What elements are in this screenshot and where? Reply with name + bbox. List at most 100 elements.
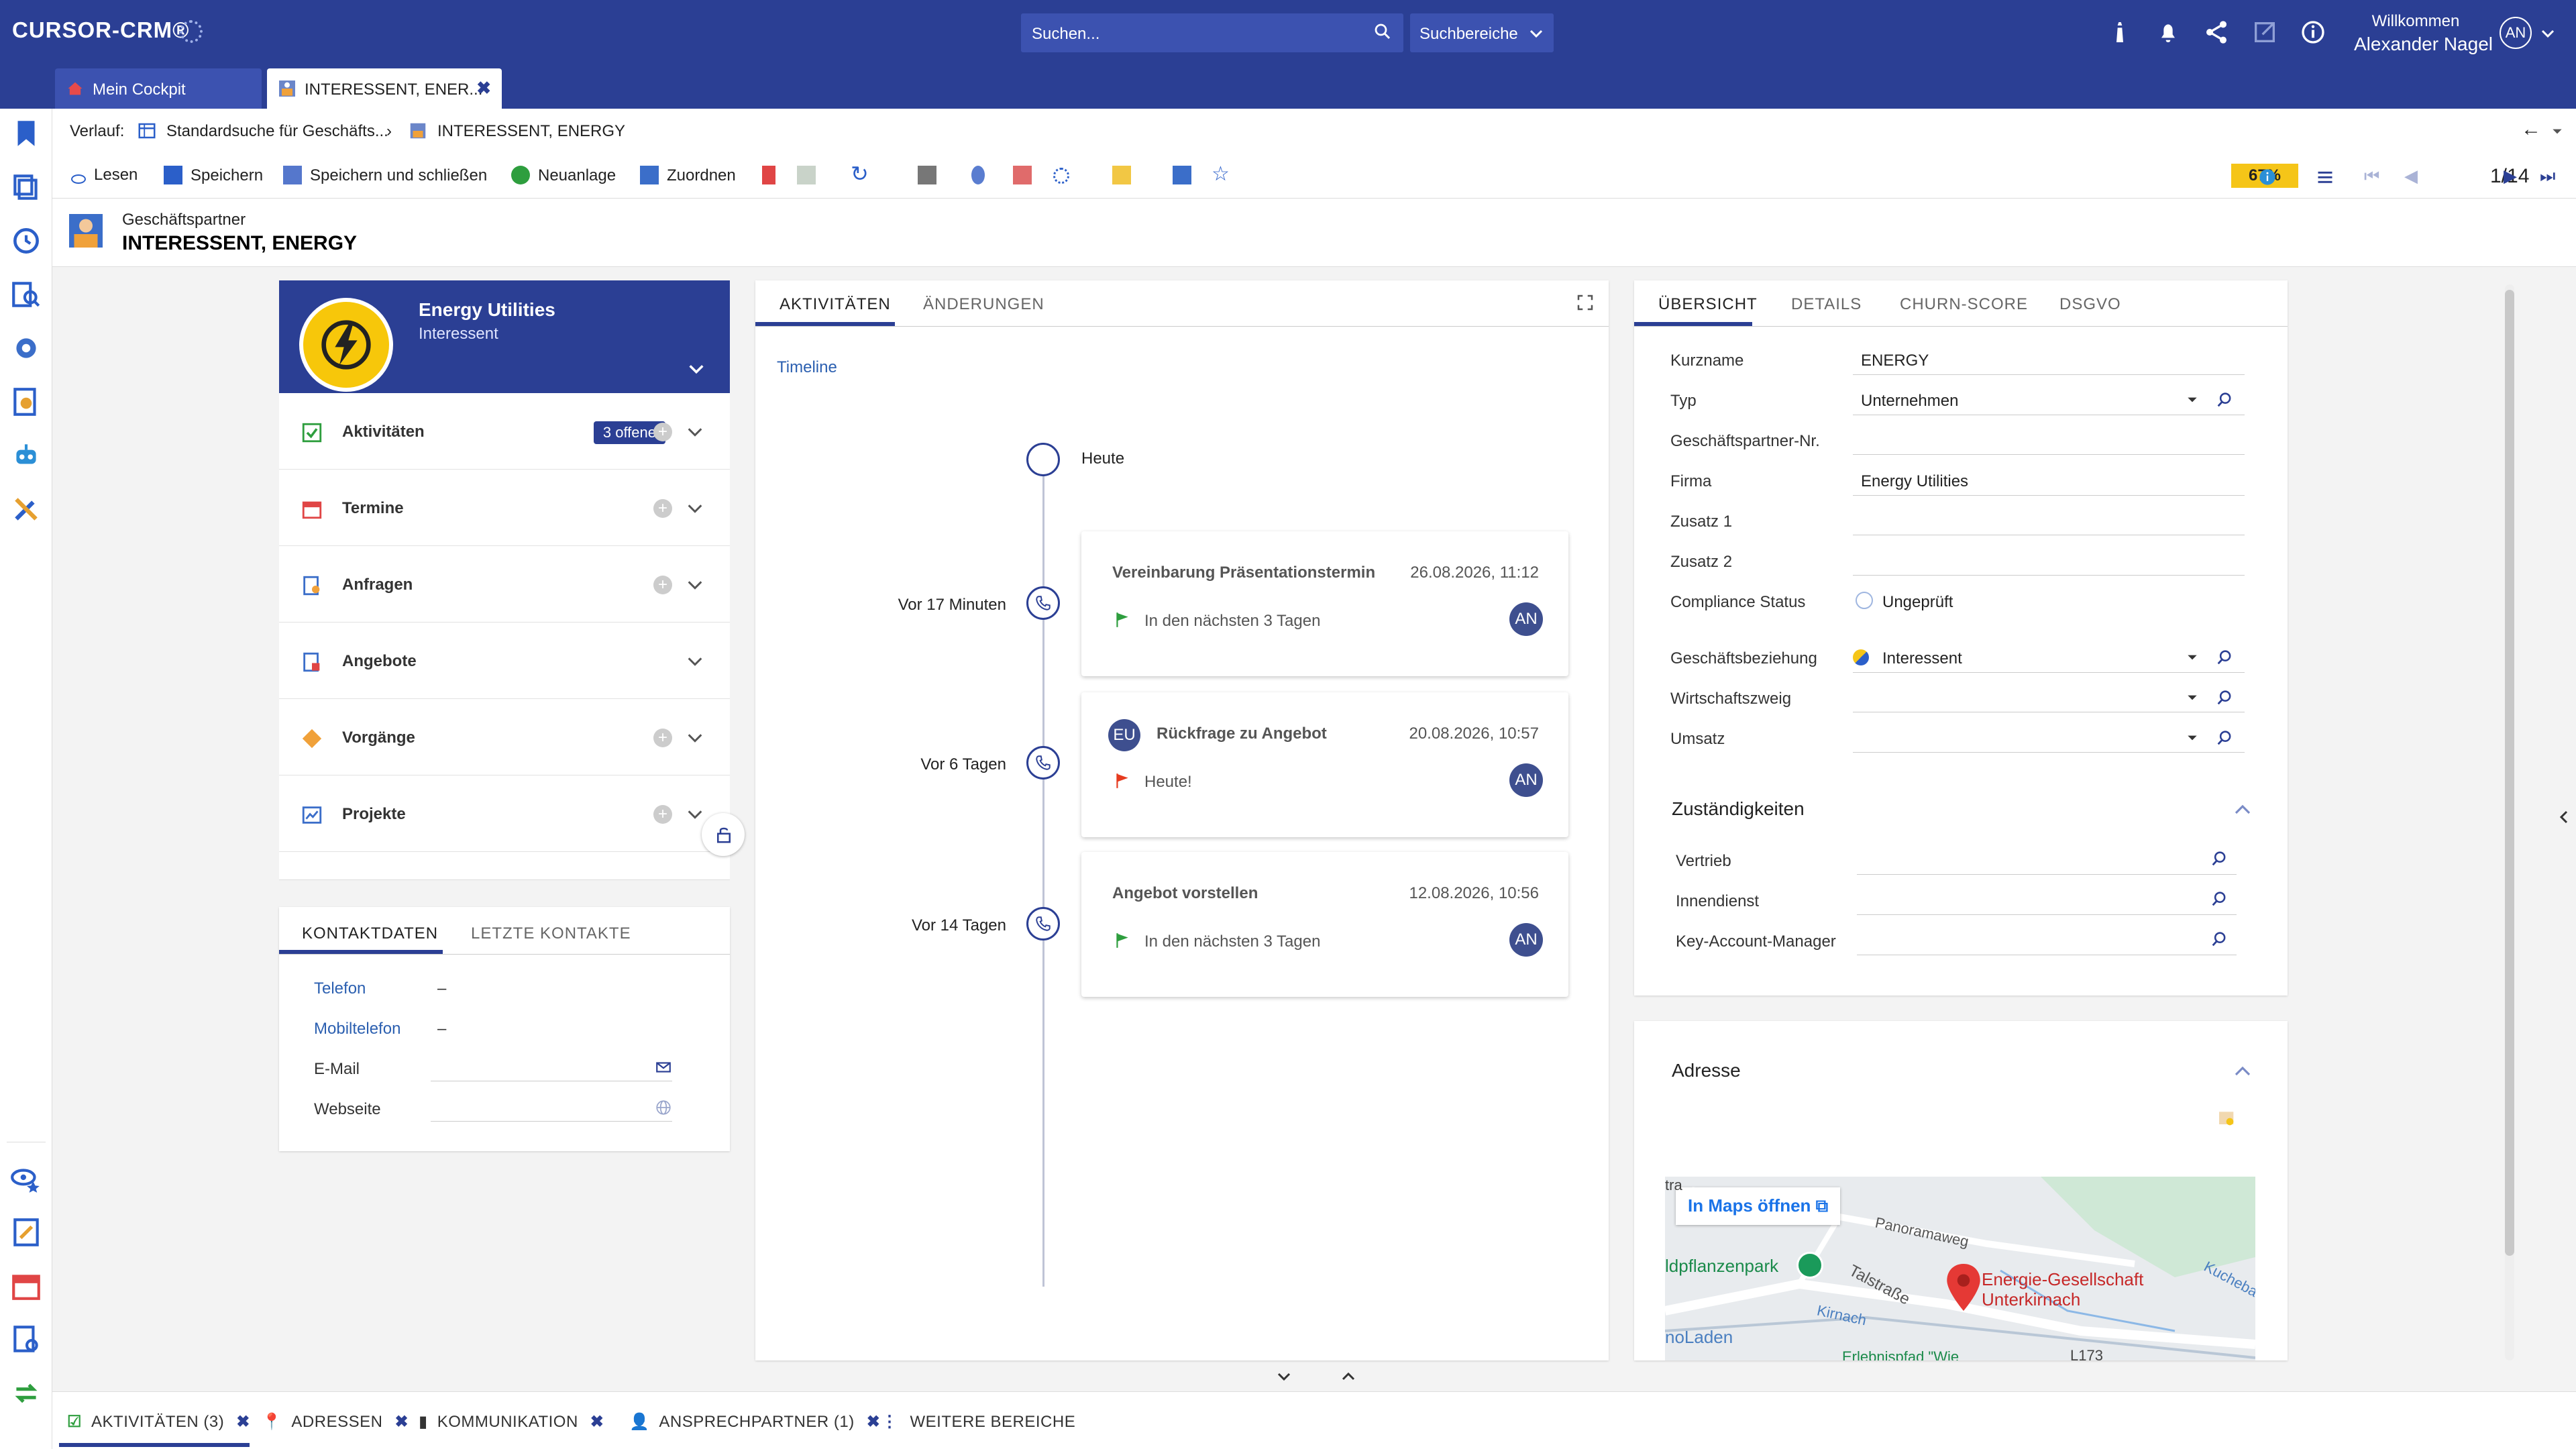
search-icon[interactable]: [1373, 21, 1393, 42]
breadcrumb-item-current[interactable]: INTERESSENT, ENERGY: [437, 122, 625, 141]
bottom-tab-weitere-bereiche[interactable]: ⋮ WEITERE BEREICHE: [881, 1412, 1075, 1432]
sync-icon[interactable]: [9, 1377, 43, 1410]
calendar-add-icon[interactable]: [1013, 166, 1040, 185]
bottom-tab-kommunikation[interactable]: ▮ KOMMUNIKATION ✖: [419, 1412, 604, 1432]
copy-icon[interactable]: [9, 170, 43, 204]
network-icon[interactable]: [1053, 166, 1077, 184]
info-icon[interactable]: [2258, 168, 2277, 186]
settings-gear-icon[interactable]: [9, 331, 43, 365]
chevron-down-icon[interactable]: [687, 360, 706, 378]
section-termine[interactable]: Termine +: [279, 470, 730, 546]
save-close-button[interactable]: Speichern und schließen: [283, 166, 487, 185]
lighthouse-icon[interactable]: [2106, 19, 2133, 46]
fullscreen-icon[interactable]: [1575, 292, 1595, 313]
info-icon[interactable]: [2300, 19, 2326, 46]
search-icon[interactable]: [2210, 849, 2229, 868]
chevron-down-icon[interactable]: [686, 576, 704, 594]
attach-icon[interactable]: [971, 166, 993, 185]
globe-icon[interactable]: [655, 1099, 672, 1116]
search-icon[interactable]: [2215, 390, 2234, 409]
tab-interessent-energy[interactable]: INTERESSENT, ENER... ✖: [267, 68, 502, 109]
timeline-link[interactable]: Timeline: [777, 358, 837, 377]
tools-icon[interactable]: [9, 492, 43, 526]
external-window-icon[interactable]: [2251, 19, 2278, 46]
search-icon[interactable]: [2210, 930, 2229, 949]
document-search-icon[interactable]: [9, 1323, 43, 1356]
inside-sales-field[interactable]: [1857, 885, 2237, 915]
assignee-avatar[interactable]: AN: [1509, 923, 1543, 957]
map-view[interactable]: In Maps öffnen ⧉ tra Panoramaweg ldpflan…: [1665, 1177, 2255, 1360]
assignee-avatar[interactable]: AN: [1509, 763, 1543, 797]
close-icon[interactable]: ✖: [476, 78, 491, 99]
add-icon[interactable]: +: [653, 805, 672, 824]
history-icon[interactable]: [9, 224, 43, 258]
chevron-down-icon[interactable]: [686, 729, 704, 747]
delete-trash-icon[interactable]: [762, 166, 784, 185]
section-anfragen[interactable]: Anfragen +: [279, 546, 730, 623]
save-button[interactable]: Speichern: [164, 166, 263, 185]
map-edit-icon[interactable]: [2216, 1108, 2238, 1130]
read-button[interactable]: Lesen: [71, 166, 138, 184]
phone-label[interactable]: Telefon: [314, 979, 366, 998]
bookmark-icon[interactable]: [9, 117, 43, 150]
section-projekte[interactable]: Projekte +: [279, 775, 730, 852]
search-icon[interactable]: [2215, 729, 2234, 747]
relationship-select[interactable]: Interessent: [1882, 649, 1962, 668]
close-icon[interactable]: ✖: [867, 1413, 881, 1431]
close-icon[interactable]: ✖: [590, 1413, 604, 1431]
activity-card[interactable]: Angebot vorstellen 12.08.2026, 10:56 In …: [1081, 852, 1568, 997]
add-icon[interactable]: +: [653, 576, 672, 594]
key-account-field[interactable]: [1857, 926, 2237, 955]
mail-icon[interactable]: [655, 1059, 672, 1076]
calendar-icon[interactable]: [9, 1269, 43, 1303]
add-icon[interactable]: +: [653, 423, 672, 441]
chevron-down-icon[interactable]: [686, 652, 704, 671]
list-menu-icon[interactable]: [2316, 168, 2334, 186]
collapse-down-icon[interactable]: [1276, 1368, 1292, 1385]
addition1-field[interactable]: [1853, 506, 2245, 535]
chevron-up-icon[interactable]: [2233, 800, 2253, 820]
chevron-down-icon[interactable]: [686, 805, 704, 824]
print-icon[interactable]: [918, 166, 945, 185]
location-pin-icon[interactable]: [1947, 1264, 1980, 1311]
watch-star-icon[interactable]: [9, 1162, 43, 1195]
vertical-scrollbar[interactable]: [2505, 284, 2514, 1360]
addition2-field[interactable]: [1853, 546, 2245, 576]
mobile-label[interactable]: Mobiltelefon: [314, 1020, 400, 1038]
new-button[interactable]: Neuanlage: [511, 166, 616, 185]
favorite-star-icon[interactable]: ☆: [1212, 162, 1230, 186]
tab-kontaktdaten[interactable]: KONTAKTDATEN: [302, 924, 438, 943]
section-vorgaenge[interactable]: Vorgänge +: [279, 699, 730, 775]
short-name-value[interactable]: ENERGY: [1861, 352, 1929, 370]
email-field[interactable]: [431, 1055, 672, 1081]
tab-mein-cockpit[interactable]: Mein Cockpit: [55, 68, 262, 109]
search-area-dropdown[interactable]: Suchbereiche: [1410, 13, 1554, 52]
bottom-tab-ansprechpartner[interactable]: 👤 ANSPRECHPARTNER (1) ✖: [629, 1412, 880, 1432]
search-list-icon[interactable]: [9, 278, 43, 311]
robot-icon[interactable]: [9, 439, 43, 472]
add-document-icon[interactable]: [1173, 166, 1199, 185]
refresh-icon[interactable]: ↻: [851, 161, 869, 186]
tab-details[interactable]: DETAILS: [1791, 295, 1862, 314]
breadcrumb-item-search[interactable]: Standardsuche für Geschäfts...: [166, 122, 388, 141]
bell-icon[interactable]: [2155, 19, 2182, 46]
assign-button[interactable]: Zuordnen: [640, 166, 736, 185]
chevron-down-icon[interactable]: [2551, 125, 2564, 138]
dropdown-arrow-icon[interactable]: [2186, 393, 2199, 407]
search-input[interactable]: Suchen...: [1021, 13, 1403, 52]
section-aktivitaeten[interactable]: Aktivitäten 3 offene +: [279, 393, 730, 470]
close-icon[interactable]: ✖: [394, 1413, 409, 1431]
tab-churn-score[interactable]: CHURN-SCORE: [1900, 295, 2028, 314]
bottom-tab-adressen[interactable]: 📍 ADRESSEN ✖: [262, 1412, 409, 1432]
first-record-icon[interactable]: ⏮: [2364, 166, 2379, 187]
lock-toggle-icon[interactable]: [702, 813, 745, 856]
add-icon[interactable]: +: [653, 729, 672, 747]
activity-card[interactable]: EU Rückfrage zu Angebot 20.08.2026, 10:5…: [1081, 692, 1568, 837]
share-icon[interactable]: [2203, 19, 2230, 46]
report-chart-icon[interactable]: [9, 385, 43, 419]
chevron-down-icon[interactable]: [2540, 25, 2556, 42]
back-arrow-icon[interactable]: ←: [2521, 118, 2541, 141]
chevron-down-icon[interactable]: [686, 423, 704, 441]
type-select[interactable]: Unternehmen: [1861, 392, 1958, 411]
search-icon[interactable]: [2210, 890, 2229, 908]
